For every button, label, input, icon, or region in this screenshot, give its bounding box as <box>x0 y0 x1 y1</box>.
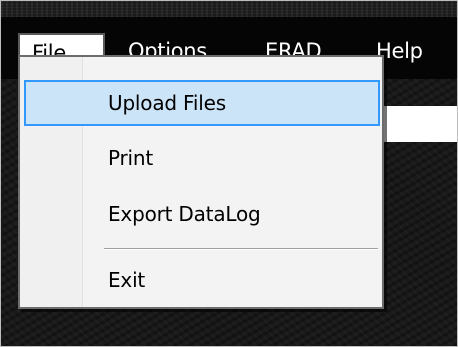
content-panel <box>381 106 457 142</box>
menu-item-export-datalog[interactable]: Export DataLog <box>24 191 380 237</box>
menu-separator <box>104 248 378 250</box>
menu-item-exit[interactable]: Exit <box>24 257 380 303</box>
menu-item-upload-files[interactable]: Upload Files <box>24 80 380 126</box>
menu-item-print[interactable]: Print <box>24 135 380 181</box>
application-window: File Options ERAD Help Upload Files Prin… <box>0 0 458 347</box>
window-title-strip <box>1 1 457 17</box>
file-dropdown-menu: Upload Files Print Export DataLog Exit <box>18 55 384 309</box>
